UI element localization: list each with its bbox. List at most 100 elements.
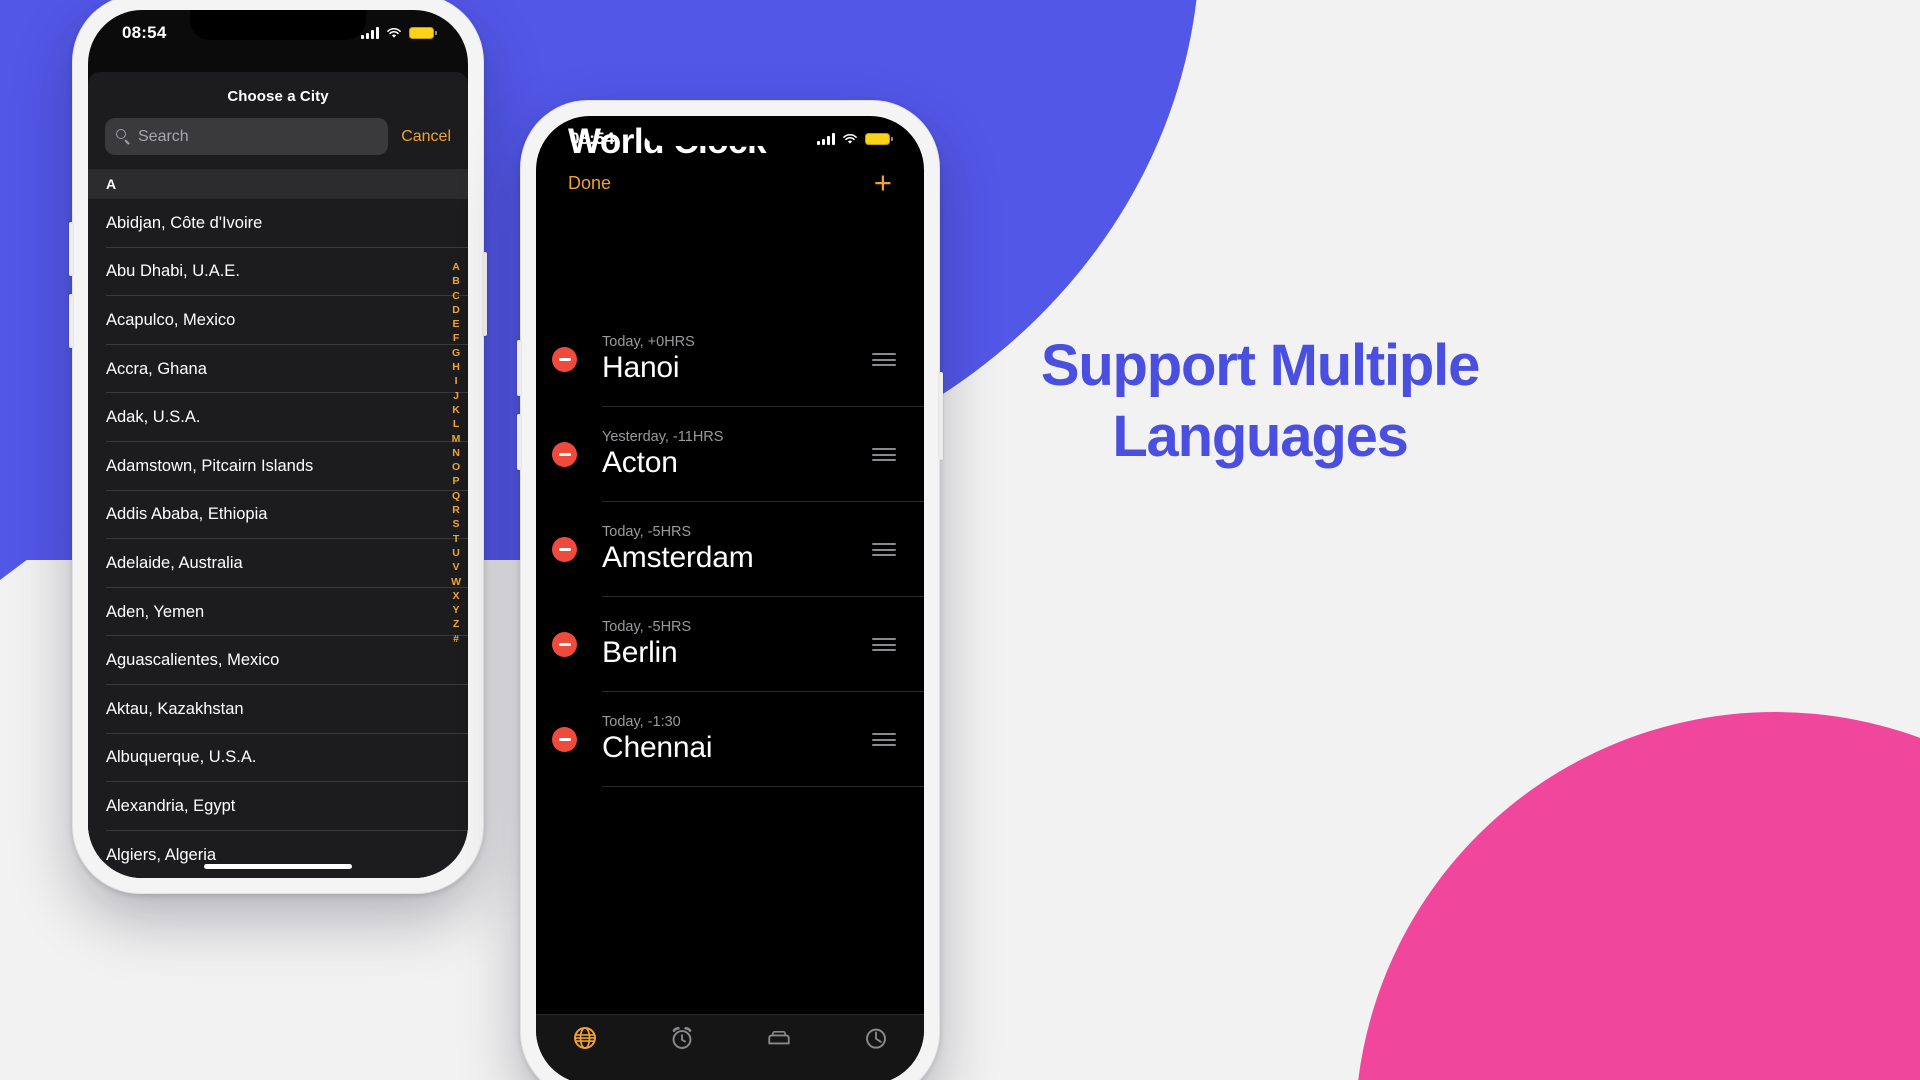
battery-low-power-icon [409,26,437,40]
city-list[interactable]: Abidjan, Côte d'Ivoire Abu Dhabi, U.A.E. A… [88,199,468,878]
index-letter[interactable]: # [453,632,459,646]
index-letter[interactable]: V [453,560,460,574]
clock-offset-label: Today, -5HRS [602,618,692,635]
city-name: Addis Ababa, Ethiopia [106,505,268,524]
index-letter[interactable]: J [453,389,459,403]
home-indicator[interactable] [204,864,352,869]
done-button[interactable]: Done [568,173,611,194]
drag-handle-icon[interactable] [872,638,896,651]
city-name: Alexandria, Egypt [106,796,236,815]
alphabet-index-rail[interactable]: A B C D E F G H I J K L M N O P Q R S T U V W X Y Z # [451,260,461,646]
city-list-item[interactable]: Alexandria, Egypt [88,782,468,831]
delete-icon[interactable] [552,632,577,657]
city-name: Abu Dhabi, U.A.E. [106,262,240,281]
index-letter[interactable]: O [452,460,460,474]
index-letter[interactable]: D [452,303,460,317]
index-letter[interactable]: Z [453,617,459,631]
clock-list[interactable]: Today, +0HRS Hanoi Yesterday, -11HRS Acton T… [536,312,924,1080]
index-letter[interactable]: E [453,317,460,331]
clock-list-item[interactable]: Today, -5HRS Amsterdam [536,502,924,597]
index-letter[interactable]: W [451,575,461,589]
index-letter[interactable]: Q [452,489,460,503]
city-list-item[interactable]: Abidjan, Côte d'Ivoire [88,199,468,248]
cellular-signal-icon [817,133,835,145]
delete-icon[interactable] [552,537,577,562]
index-letter[interactable]: H [452,360,460,374]
index-letter[interactable]: I [455,374,458,388]
city-name: Aktau, Kazakhstan [106,699,244,718]
city-list-item[interactable]: Aden, Yemen [88,588,468,637]
city-name: Aguascalientes, Mexico [106,651,280,670]
index-letter[interactable]: R [452,503,460,517]
tab-world-clock[interactable] [536,1025,633,1051]
index-letter[interactable]: L [453,417,459,431]
city-list-item[interactable]: Acapulco, Mexico [88,296,468,345]
index-letter[interactable]: X [453,589,460,603]
city-list-item[interactable]: Albuquerque, U.S.A. [88,734,468,783]
index-letter[interactable]: G [452,346,460,360]
clock-info: Today, +0HRS Hanoi [602,334,872,386]
wifi-icon [843,133,857,144]
city-name: Adamstown, Pitcairn Islands [106,456,314,475]
index-letter[interactable]: N [452,446,460,460]
poster-canvas: 08:54 Choose a City Search Cancel A Abid… [0,0,1920,1080]
index-letter[interactable]: K [452,403,460,417]
tab-bar [536,1014,924,1080]
delete-icon[interactable] [552,727,577,752]
search-placeholder: Search [138,127,189,145]
tab-alarm[interactable] [633,1025,730,1051]
clock-info: Today, -5HRS Amsterdam [602,524,872,576]
index-letter[interactable]: P [453,474,460,488]
index-letter[interactable]: F [453,331,459,345]
status-icons [361,26,437,40]
city-list-item[interactable]: Adak, U.S.A. [88,393,468,442]
clock-list-item[interactable]: Yesterday, -11HRS Acton [536,407,924,502]
battery-low-power-icon [865,132,893,146]
phone-right-volume-up[interactable] [517,340,521,396]
clock-info: Today, -1:30 Chennai [602,714,872,766]
index-letter[interactable]: T [453,532,459,546]
clock-city-name: Hanoi [602,350,680,384]
drag-handle-icon[interactable] [872,353,896,366]
index-letter[interactable]: B [452,274,460,288]
phone-left-power[interactable] [483,252,487,336]
tab-stopwatch[interactable] [827,1025,924,1051]
index-letter[interactable]: U [452,546,460,560]
city-name: Abidjan, Côte d'Ivoire [106,213,263,232]
city-list-item[interactable]: Adelaide, Australia [88,539,468,588]
city-list-item[interactable]: Accra, Ghana [88,345,468,394]
city-list-item[interactable]: Adamstown, Pitcairn Islands [88,442,468,491]
clock-list-item[interactable]: Today, +0HRS Hanoi [536,312,924,407]
search-icon [116,129,131,144]
clock-city-name: Amsterdam [602,540,754,574]
search-input[interactable]: Search [105,118,389,155]
index-letter[interactable]: M [452,432,461,446]
city-list-item[interactable]: Aguascalientes, Mexico [88,636,468,685]
drag-handle-icon[interactable] [872,543,896,556]
tab-bedtime[interactable] [730,1025,827,1051]
cancel-button[interactable]: Cancel [401,128,451,146]
phone-left-volume-up[interactable] [69,222,73,276]
city-list-item[interactable]: Addis Ababa, Ethiopia [88,491,468,540]
city-list-item[interactable]: Aktau, Kazakhstan [88,685,468,734]
status-time: 08:54 [122,23,167,42]
phone-right-notch [642,116,818,146]
phone-right-power[interactable] [939,372,943,460]
delete-icon[interactable] [552,347,577,372]
index-letter[interactable]: Y [453,603,460,617]
city-list-item[interactable]: Algiers, Algeria [88,831,468,878]
phone-left-volume-down[interactable] [69,294,73,348]
choose-city-sheet: Choose a City Search Cancel A Abidjan, C… [88,72,468,878]
index-letter[interactable]: S [453,517,460,531]
drag-handle-icon[interactable] [872,733,896,746]
clock-list-item[interactable]: Today, -1:30 Chennai [536,692,924,787]
clock-list-item[interactable]: Today, -5HRS Berlin [536,597,924,692]
index-letter[interactable]: A [452,260,460,274]
phone-right-volume-down[interactable] [517,414,521,470]
index-letter[interactable]: C [452,289,460,303]
stopwatch-icon [865,1028,886,1049]
delete-icon[interactable] [552,442,577,467]
city-list-item[interactable]: Abu Dhabi, U.A.E. [88,248,468,297]
drag-handle-icon[interactable] [872,448,896,461]
world-clock-nav: Done + [568,165,892,200]
